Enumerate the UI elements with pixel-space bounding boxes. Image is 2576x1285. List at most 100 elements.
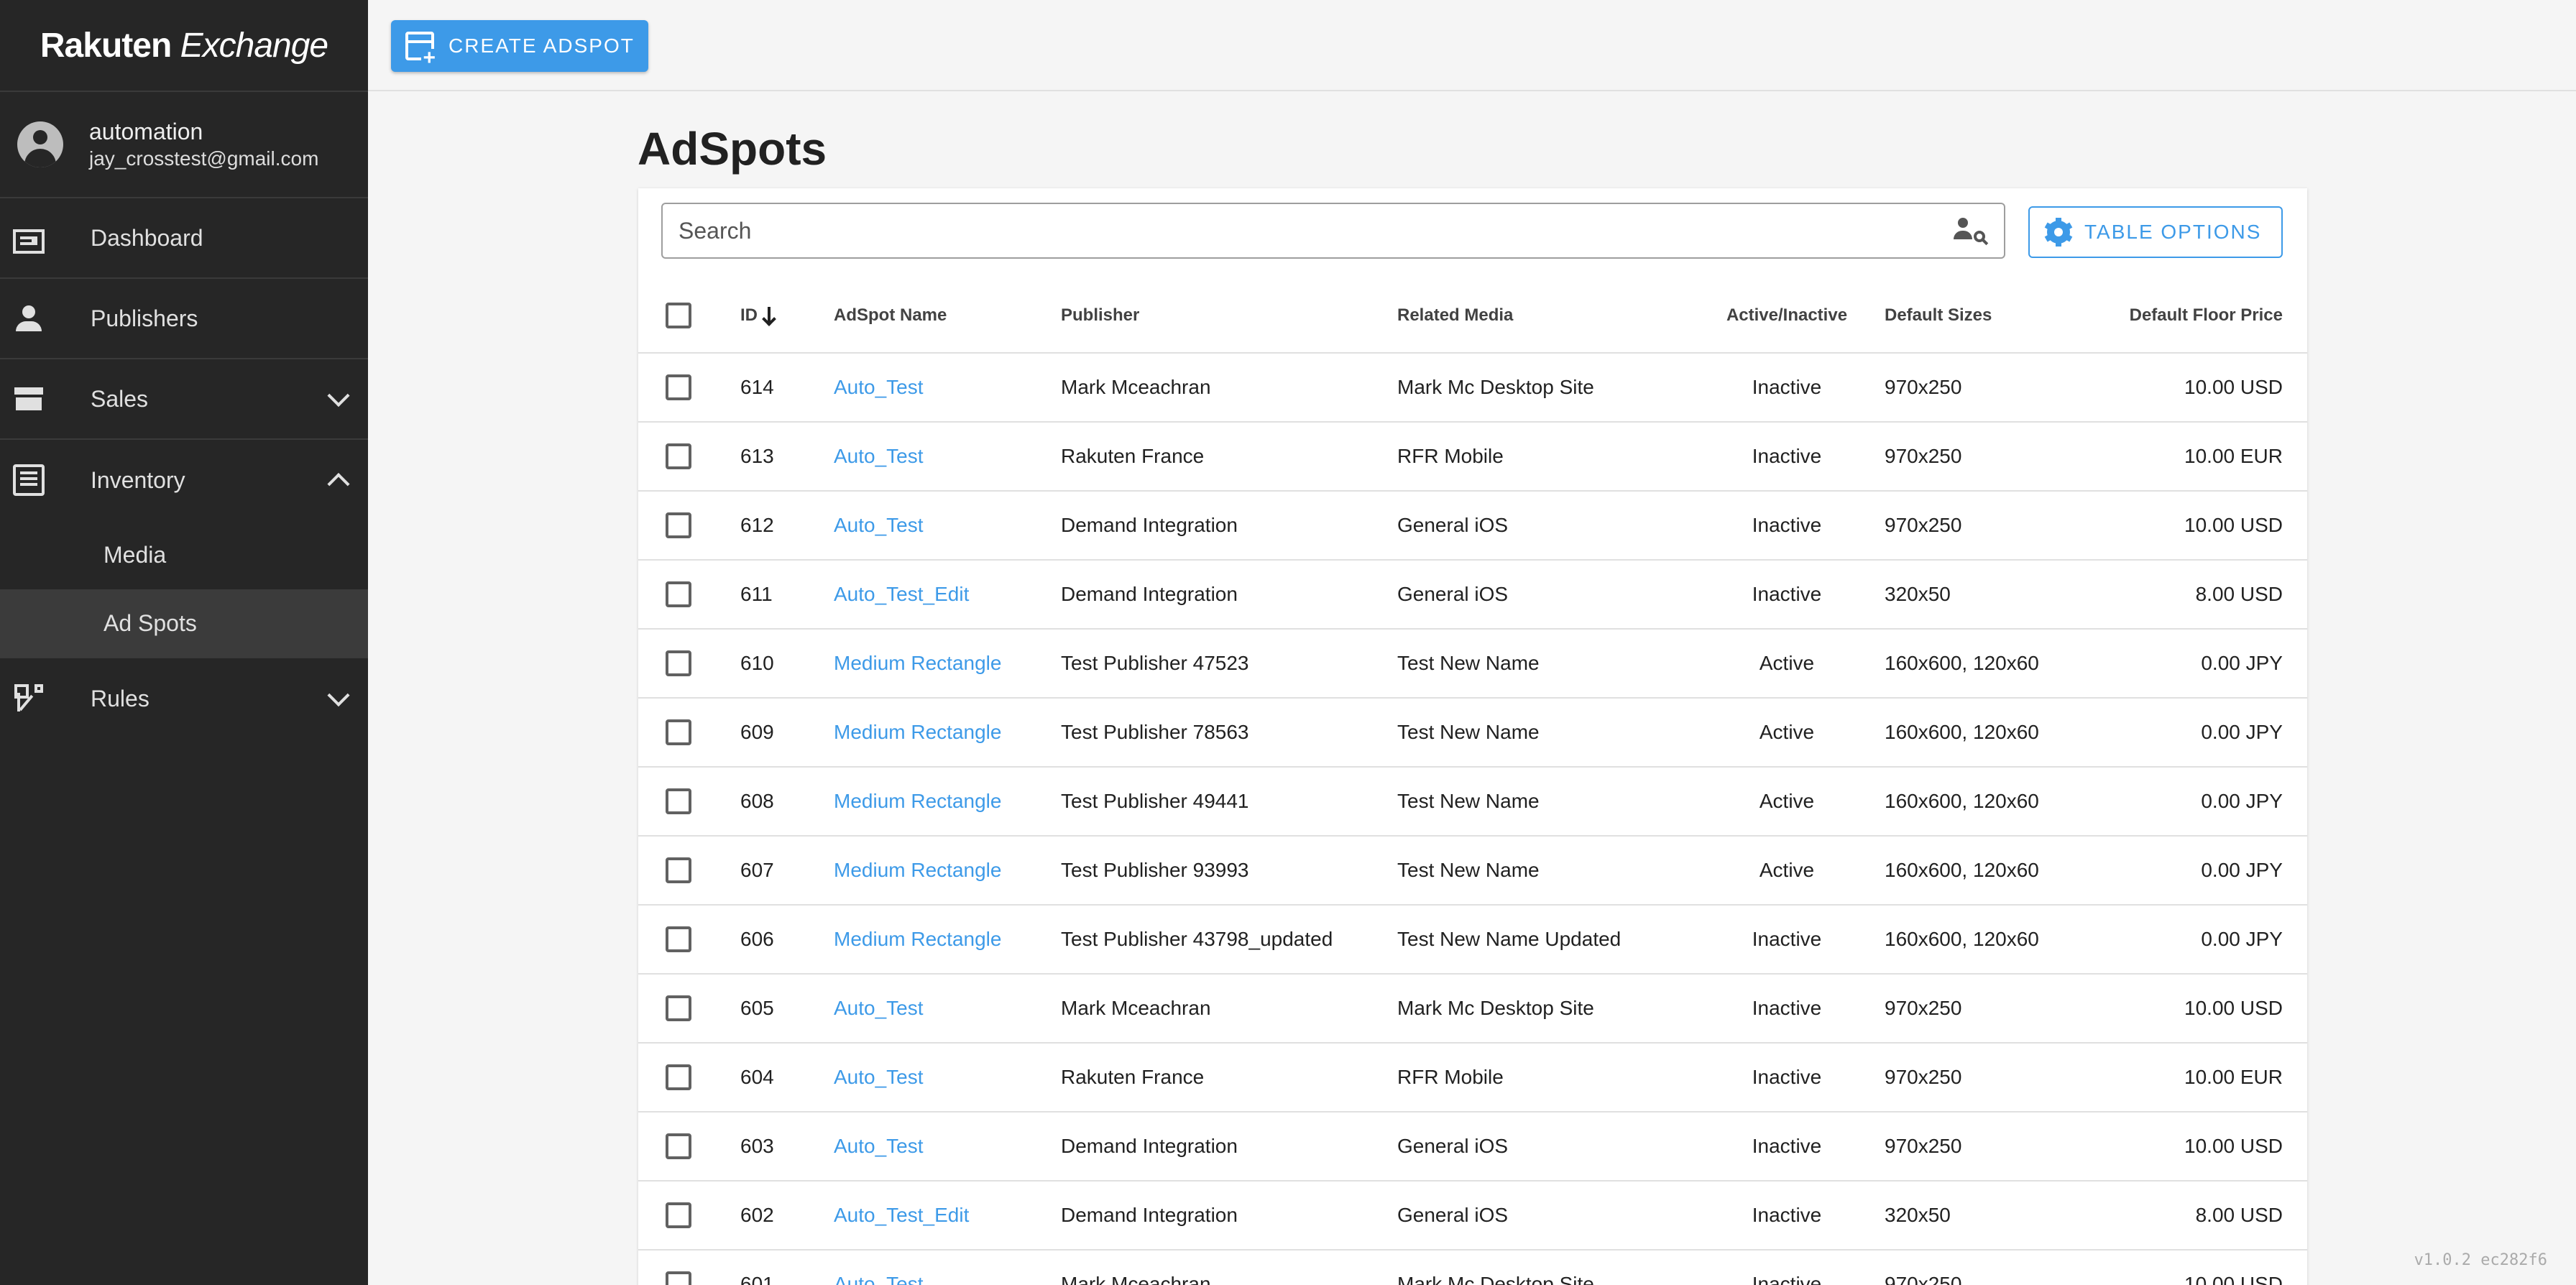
cell-status: Inactive — [1689, 1112, 1885, 1182]
table-row[interactable]: 613 Auto_Test Rakuten France RFR Mobile Inac… — [638, 422, 2307, 492]
cell-status: Inactive — [1689, 560, 1885, 630]
cell-adspot-name: Medium Rectangle — [834, 767, 1061, 837]
row-checkbox[interactable] — [666, 443, 691, 469]
cell-id: 609 — [740, 698, 834, 768]
column-header-floor-price[interactable]: Default Floor Price — [2103, 278, 2307, 354]
row-checkbox[interactable] — [666, 719, 691, 745]
table-options-button[interactable]: TABLE OPTIONS — [2028, 206, 2283, 258]
table-row[interactable]: 610 Medium Rectangle Test Publisher 47523 T… — [638, 629, 2307, 699]
column-header-publisher[interactable]: Publisher — [1061, 278, 1397, 354]
sidebar-item-inventory[interactable]: Inventory — [0, 440, 368, 520]
row-checkbox[interactable] — [666, 1271, 691, 1285]
brand-name-part1: Rakuten — [40, 26, 172, 65]
adspot-name-link[interactable]: Auto_Test — [834, 997, 924, 1019]
cell-publisher: Rakuten France — [1061, 1043, 1397, 1113]
search-input[interactable] — [678, 217, 1954, 244]
cell-id: 606 — [740, 905, 834, 975]
cell-default-sizes: 320x50 — [1885, 560, 2103, 630]
adspot-name-link[interactable]: Auto_Test — [834, 1273, 924, 1285]
row-checkbox[interactable] — [666, 1202, 691, 1228]
adspot-name-link[interactable]: Auto_Test — [834, 445, 924, 467]
table-row[interactable]: 607 Medium Rectangle Test Publisher 93993 T… — [638, 836, 2307, 906]
adspot-name-link[interactable]: Auto_Test_Edit — [834, 583, 969, 605]
row-select-cell — [638, 974, 740, 1044]
table-row[interactable]: 602 Auto_Test_Edit Demand Integration Gener… — [638, 1181, 2307, 1251]
cell-related-media: Test New Name Updated — [1397, 905, 1689, 975]
sidebar-subitem-ad-spots[interactable]: Ad Spots — [0, 589, 368, 658]
cell-publisher: Test Publisher 43798_updated — [1061, 905, 1397, 975]
cell-status: Inactive — [1689, 905, 1885, 975]
cell-id: 603 — [740, 1112, 834, 1182]
sidebar-item-dashboard[interactable]: Dashboard — [0, 198, 368, 279]
adspot-name-link[interactable]: Auto_Test — [834, 1135, 924, 1157]
cell-id: 601 — [740, 1250, 834, 1285]
cell-related-media: General iOS — [1397, 491, 1689, 561]
adspot-name-link[interactable]: Medium Rectangle — [834, 928, 1001, 950]
page-title: AdSpots — [638, 123, 827, 175]
table-row[interactable]: 604 Auto_Test Rakuten France RFR Mobile Inac… — [638, 1043, 2307, 1113]
column-header-related-media[interactable]: Related Media — [1397, 278, 1689, 354]
sidebar-subitem-media[interactable]: Media — [0, 520, 368, 589]
table-options-label: TABLE OPTIONS — [2084, 221, 2262, 243]
table-row[interactable]: 605 Auto_Test Mark Mceachran Mark Mc Deskto… — [638, 974, 2307, 1044]
column-header-adspot-name[interactable]: AdSpot Name — [834, 278, 1061, 354]
cell-floor-price: 8.00 USD — [2103, 1181, 2307, 1251]
sidebar-item-rules[interactable]: Rules — [0, 658, 368, 739]
table-row[interactable]: 611 Auto_Test_Edit Demand Integration Gener… — [638, 560, 2307, 630]
row-checkbox[interactable] — [666, 788, 691, 814]
cell-floor-price: 10.00 USD — [2103, 974, 2307, 1044]
adspot-name-link[interactable]: Medium Rectangle — [834, 790, 1001, 812]
sidebar-item-label: Rules — [91, 685, 150, 711]
cell-related-media: Test New Name — [1397, 836, 1689, 906]
person-icon — [13, 303, 45, 334]
adspot-name-link[interactable]: Auto_Test_Edit — [834, 1204, 969, 1226]
avatar-icon — [17, 121, 63, 167]
cell-default-sizes: 970x250 — [1885, 974, 2103, 1044]
row-checkbox[interactable] — [666, 650, 691, 676]
row-select-cell — [638, 422, 740, 492]
brand-logo[interactable]: Rakuten Exchange — [0, 0, 368, 92]
table-row[interactable]: 614 Auto_Test Mark Mceachran Mark Mc Deskto… — [638, 353, 2307, 423]
table-row[interactable]: 612 Auto_Test Demand Integration General iO… — [638, 491, 2307, 561]
person-search-icon[interactable] — [1954, 215, 1988, 247]
adspot-name-link[interactable]: Auto_Test — [834, 514, 924, 536]
column-header-default-sizes[interactable]: Default Sizes — [1885, 278, 2103, 354]
table-body: 614 Auto_Test Mark Mceachran Mark Mc Deskto… — [638, 353, 2307, 1285]
cell-id: 608 — [740, 767, 834, 837]
select-all-checkbox[interactable] — [666, 302, 691, 328]
row-checkbox[interactable] — [666, 1133, 691, 1159]
column-header-status[interactable]: Active/Inactive — [1689, 278, 1885, 354]
row-checkbox[interactable] — [666, 926, 691, 952]
row-checkbox[interactable] — [666, 995, 691, 1021]
table-row[interactable]: 603 Auto_Test Demand Integration General iO… — [638, 1112, 2307, 1182]
table-row[interactable]: 609 Medium Rectangle Test Publisher 78563 T… — [638, 698, 2307, 768]
cell-status: Active — [1689, 836, 1885, 906]
sidebar-item-publishers[interactable]: Publishers — [0, 279, 368, 359]
cell-default-sizes: 970x250 — [1885, 1250, 2103, 1285]
adspot-name-link[interactable]: Auto_Test — [834, 1066, 924, 1088]
adspot-name-link[interactable]: Medium Rectangle — [834, 652, 1001, 674]
column-header-id[interactable]: ID — [740, 278, 834, 354]
select-all-cell — [638, 278, 740, 354]
row-checkbox[interactable] — [666, 581, 691, 607]
version-label: v1.0.2 ec282f6 — [2414, 1251, 2547, 1269]
cell-default-sizes: 160x600, 120x60 — [1885, 836, 2103, 906]
row-checkbox[interactable] — [666, 857, 691, 883]
search-field[interactable] — [661, 203, 2005, 259]
row-checkbox[interactable] — [666, 1064, 691, 1090]
sidebar-item-sales[interactable]: Sales — [0, 359, 368, 440]
cell-publisher: Demand Integration — [1061, 560, 1397, 630]
cell-floor-price: 0.00 JPY — [2103, 836, 2307, 906]
adspot-name-link[interactable]: Medium Rectangle — [834, 859, 1001, 881]
table-row[interactable]: 601 Auto_Test Mark Mceachran Mark Mc Deskto… — [638, 1250, 2307, 1285]
cell-id: 614 — [740, 353, 834, 423]
table-row[interactable]: 606 Medium Rectangle Test Publisher 43798_… — [638, 905, 2307, 975]
row-checkbox[interactable] — [666, 512, 691, 538]
adspot-name-link[interactable]: Medium Rectangle — [834, 721, 1001, 743]
user-profile[interactable]: automation jay_crosstest@gmail.com — [0, 92, 368, 198]
create-adspot-button[interactable]: CREATE ADSPOT — [391, 20, 648, 72]
cell-floor-price: 0.00 JPY — [2103, 629, 2307, 699]
row-checkbox[interactable] — [666, 374, 691, 400]
table-row[interactable]: 608 Medium Rectangle Test Publisher 49441 T… — [638, 767, 2307, 837]
adspot-name-link[interactable]: Auto_Test — [834, 376, 924, 398]
